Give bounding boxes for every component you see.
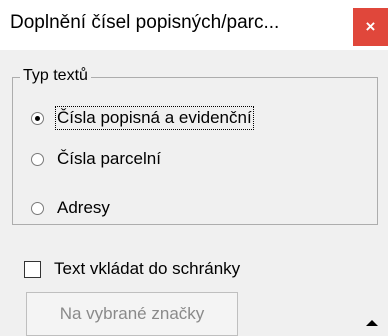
- dialog-window: Doplnění čísel popisných/parc... × Typ t…: [0, 0, 388, 336]
- clipboard-checkbox-row[interactable]: Text vkládat do schránky: [24, 259, 240, 279]
- clipboard-checkbox-label: Text vkládat do schránky: [54, 259, 241, 278]
- arrow-up-icon[interactable]: [366, 320, 378, 326]
- close-button[interactable]: ×: [353, 8, 388, 46]
- radio-parcel-numbers[interactable]: Čísla parcelní: [31, 149, 161, 169]
- window-title: Doplnění čísel popisných/parc...: [10, 12, 280, 33]
- radio-label-addresses: Adresy: [57, 198, 110, 217]
- apply-to-selected-button[interactable]: Na vybrané značky: [26, 292, 238, 336]
- radio-label-parcel-numbers: Čísla parcelní: [57, 149, 161, 168]
- radio-addresses[interactable]: Adresy: [31, 198, 110, 218]
- radio-button[interactable]: [31, 201, 44, 215]
- apply-button-label: Na vybrané značky: [59, 304, 205, 323]
- radio-button-checked[interactable]: [31, 111, 44, 125]
- clipboard-checkbox[interactable]: [24, 260, 41, 278]
- title-bar: Doplnění čísel popisných/parc... ×: [0, 0, 388, 50]
- radio-house-numbers[interactable]: Čísla popisná a evidenční: [31, 106, 254, 130]
- radio-label-house-numbers: Čísla popisná a evidenční: [55, 106, 254, 130]
- close-icon: ×: [365, 17, 376, 36]
- radio-button[interactable]: [31, 152, 44, 166]
- text-type-legend: Typ textů: [20, 67, 91, 85]
